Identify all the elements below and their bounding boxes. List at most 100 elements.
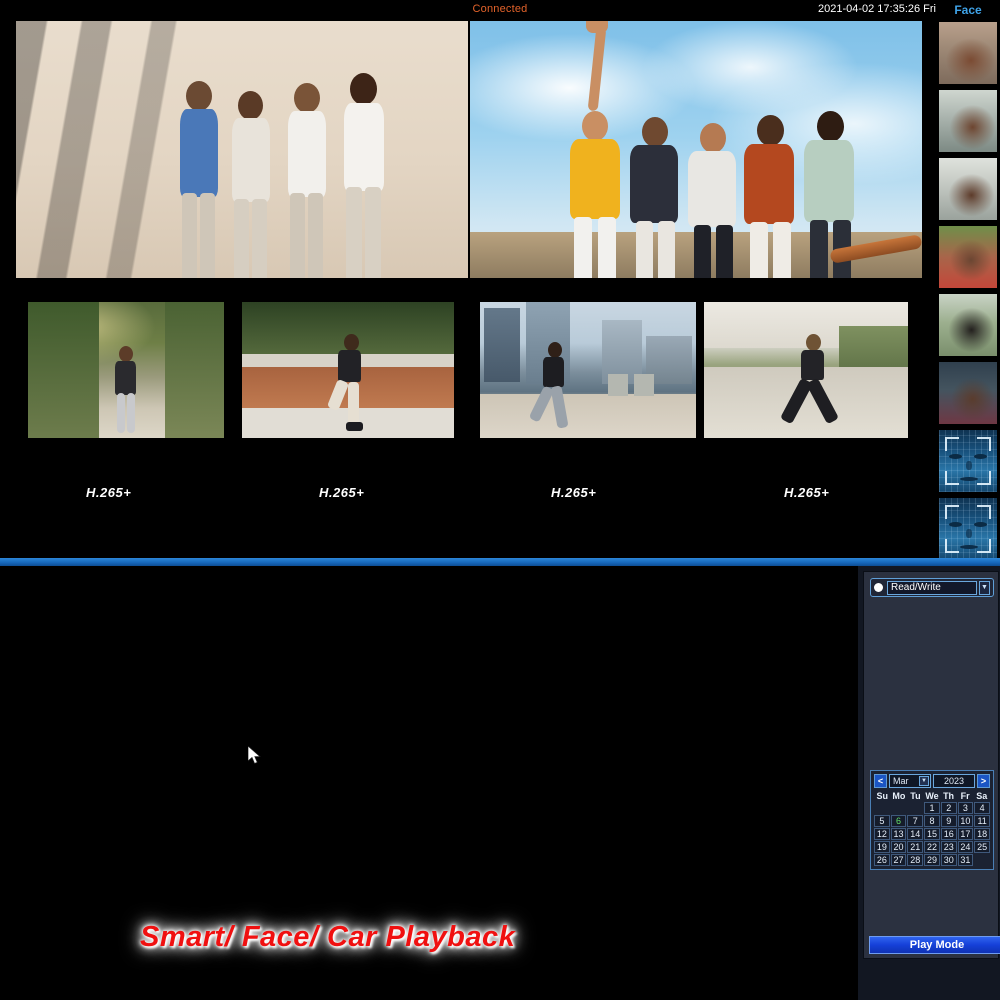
codec-label-2: H.265+ — [319, 485, 364, 500]
face-thumb-3[interactable] — [938, 157, 998, 221]
scan-mouth — [960, 477, 978, 481]
calendar-weekday: Mo — [891, 791, 908, 801]
codec-label-3: H.265+ — [551, 485, 596, 500]
calendar-header: < Mar ▼ 2023 > — [874, 774, 990, 788]
face-panel-title: Face — [936, 3, 1000, 17]
video-scene-bridge — [242, 302, 454, 438]
scan-eye-right — [974, 454, 987, 459]
calendar-next-button[interactable]: > — [977, 774, 990, 788]
face-thumb-4[interactable] — [938, 225, 998, 289]
calendar-day[interactable]: 25 — [974, 841, 990, 853]
calendar-day[interactable]: 14 — [907, 828, 923, 840]
calendar-day-blank — [907, 802, 923, 814]
section-divider — [0, 558, 1000, 566]
playback-area: Read/Write ▼ < Mar ▼ 2023 > SuMoTuWeTh — [0, 566, 1000, 1000]
calendar-day[interactable]: 20 — [891, 841, 907, 853]
calendar-weekday: Su — [874, 791, 891, 801]
video-scene-sky — [470, 21, 922, 278]
scan-bracket-tr — [977, 505, 991, 519]
video-panel-4[interactable] — [242, 302, 454, 438]
calendar-month-value: Mar — [893, 776, 909, 786]
mouse-cursor — [248, 746, 261, 765]
calendar-day-grid[interactable]: 1234567891011121314151617181920212223242… — [874, 802, 990, 866]
face-scan-2[interactable] — [938, 497, 998, 561]
calendar-day[interactable]: 28 — [907, 854, 923, 866]
calendar-day[interactable]: 1 — [924, 802, 940, 814]
video-panel-6[interactable] — [704, 302, 908, 438]
video-panel-2[interactable] — [470, 21, 922, 278]
calendar-day[interactable]: 19 — [874, 841, 890, 853]
scan-mouth — [960, 545, 978, 549]
calendar-day[interactable]: 18 — [974, 828, 990, 840]
scan-bracket-br — [977, 471, 991, 485]
playback-side-panel: Read/Write ▼ < Mar ▼ 2023 > SuMoTuWeTh — [858, 566, 1000, 1000]
calendar-day[interactable]: 5 — [874, 815, 890, 827]
overlay-caption: Smart/ Face/ Car Playback — [140, 921, 515, 954]
play-mode-button[interactable]: Play Mode — [869, 936, 1000, 954]
scan-eye-left — [949, 522, 962, 527]
live-video-grid: H.265+ H.265+ H.265+ H.265+ — [0, 21, 936, 558]
scan-bracket-tr — [977, 437, 991, 451]
side-panel-inner: Read/Write ▼ < Mar ▼ 2023 > SuMoTuWeTh — [863, 571, 999, 959]
scan-bracket-bl — [945, 539, 959, 553]
scan-bracket-tl — [945, 505, 959, 519]
chevron-down-icon[interactable]: ▼ — [979, 581, 990, 595]
calendar-day[interactable]: 12 — [874, 828, 890, 840]
calendar-day[interactable]: 3 — [958, 802, 974, 814]
face-thumb-6[interactable] — [938, 361, 998, 425]
side-panel-calendar[interactable]: < Mar ▼ 2023 > SuMoTuWeThFrSa 1234567891… — [870, 770, 994, 870]
face-scan-1[interactable] — [938, 429, 998, 493]
calendar-weekday: Th — [940, 791, 957, 801]
calendar-day[interactable]: 8 — [924, 815, 940, 827]
calendar-day[interactable]: 24 — [958, 841, 974, 853]
face-thumb-2[interactable] — [938, 89, 998, 153]
calendar-day[interactable]: 9 — [941, 815, 957, 827]
calendar-day[interactable]: 11 — [974, 815, 990, 827]
storage-mode-row[interactable]: Read/Write ▼ — [870, 578, 994, 597]
calendar-day[interactable]: 22 — [924, 841, 940, 853]
video-panel-3[interactable] — [28, 302, 224, 438]
face-thumb-1[interactable] — [938, 21, 998, 85]
calendar-day[interactable]: 15 — [924, 828, 940, 840]
scan-bracket-bl — [945, 471, 959, 485]
calendar-year-value[interactable]: 2023 — [933, 774, 975, 788]
calendar-day[interactable]: 17 — [958, 828, 974, 840]
top-status-bar: Connected 2021-04-02 17:35:26 Fri Face — [0, 0, 1000, 21]
calendar-day[interactable]: 6 — [891, 815, 907, 827]
face-thumbnail-sidebar — [936, 21, 1000, 558]
calendar-day[interactable]: 26 — [874, 854, 890, 866]
video-scene-park — [28, 302, 224, 438]
calendar-day[interactable]: 2 — [941, 802, 957, 814]
calendar-prev-button[interactable]: < — [874, 774, 887, 788]
calendar-day[interactable]: 4 — [974, 802, 990, 814]
calendar-day-blank — [874, 802, 890, 814]
calendar-day[interactable]: 13 — [891, 828, 907, 840]
calendar-day[interactable]: 29 — [924, 854, 940, 866]
scan-eye-right — [974, 522, 987, 527]
face-thumb-5[interactable] — [938, 293, 998, 357]
scan-nose — [966, 529, 972, 538]
calendar-day[interactable]: 16 — [941, 828, 957, 840]
calendar-day[interactable]: 7 — [907, 815, 923, 827]
calendar-weekday: Fr — [957, 791, 974, 801]
calendar-day[interactable]: 10 — [958, 815, 974, 827]
storage-mode-select[interactable]: Read/Write — [887, 581, 977, 595]
storage-mode-value: Read/Write — [891, 582, 941, 593]
codec-label-4: H.265+ — [784, 485, 829, 500]
calendar-day[interactable]: 27 — [891, 854, 907, 866]
scan-bracket-tl — [945, 437, 959, 451]
calendar-day-blank — [891, 802, 907, 814]
calendar-weekday: Sa — [973, 791, 990, 801]
calendar-month-select[interactable]: Mar ▼ — [889, 774, 931, 788]
video-panel-5[interactable] — [480, 302, 696, 438]
video-panel-1[interactable] — [16, 21, 468, 278]
radio-icon[interactable] — [874, 583, 883, 592]
scan-eye-left — [949, 454, 962, 459]
chevron-down-icon[interactable]: ▼ — [919, 776, 929, 786]
calendar-day[interactable]: 31 — [958, 854, 974, 866]
calendar-weekday: We — [924, 791, 941, 801]
calendar-day[interactable]: 30 — [941, 854, 957, 866]
calendar-day[interactable]: 23 — [941, 841, 957, 853]
calendar-day[interactable]: 21 — [907, 841, 923, 853]
system-datetime: 2021-04-02 17:35:26 Fri — [818, 3, 936, 15]
